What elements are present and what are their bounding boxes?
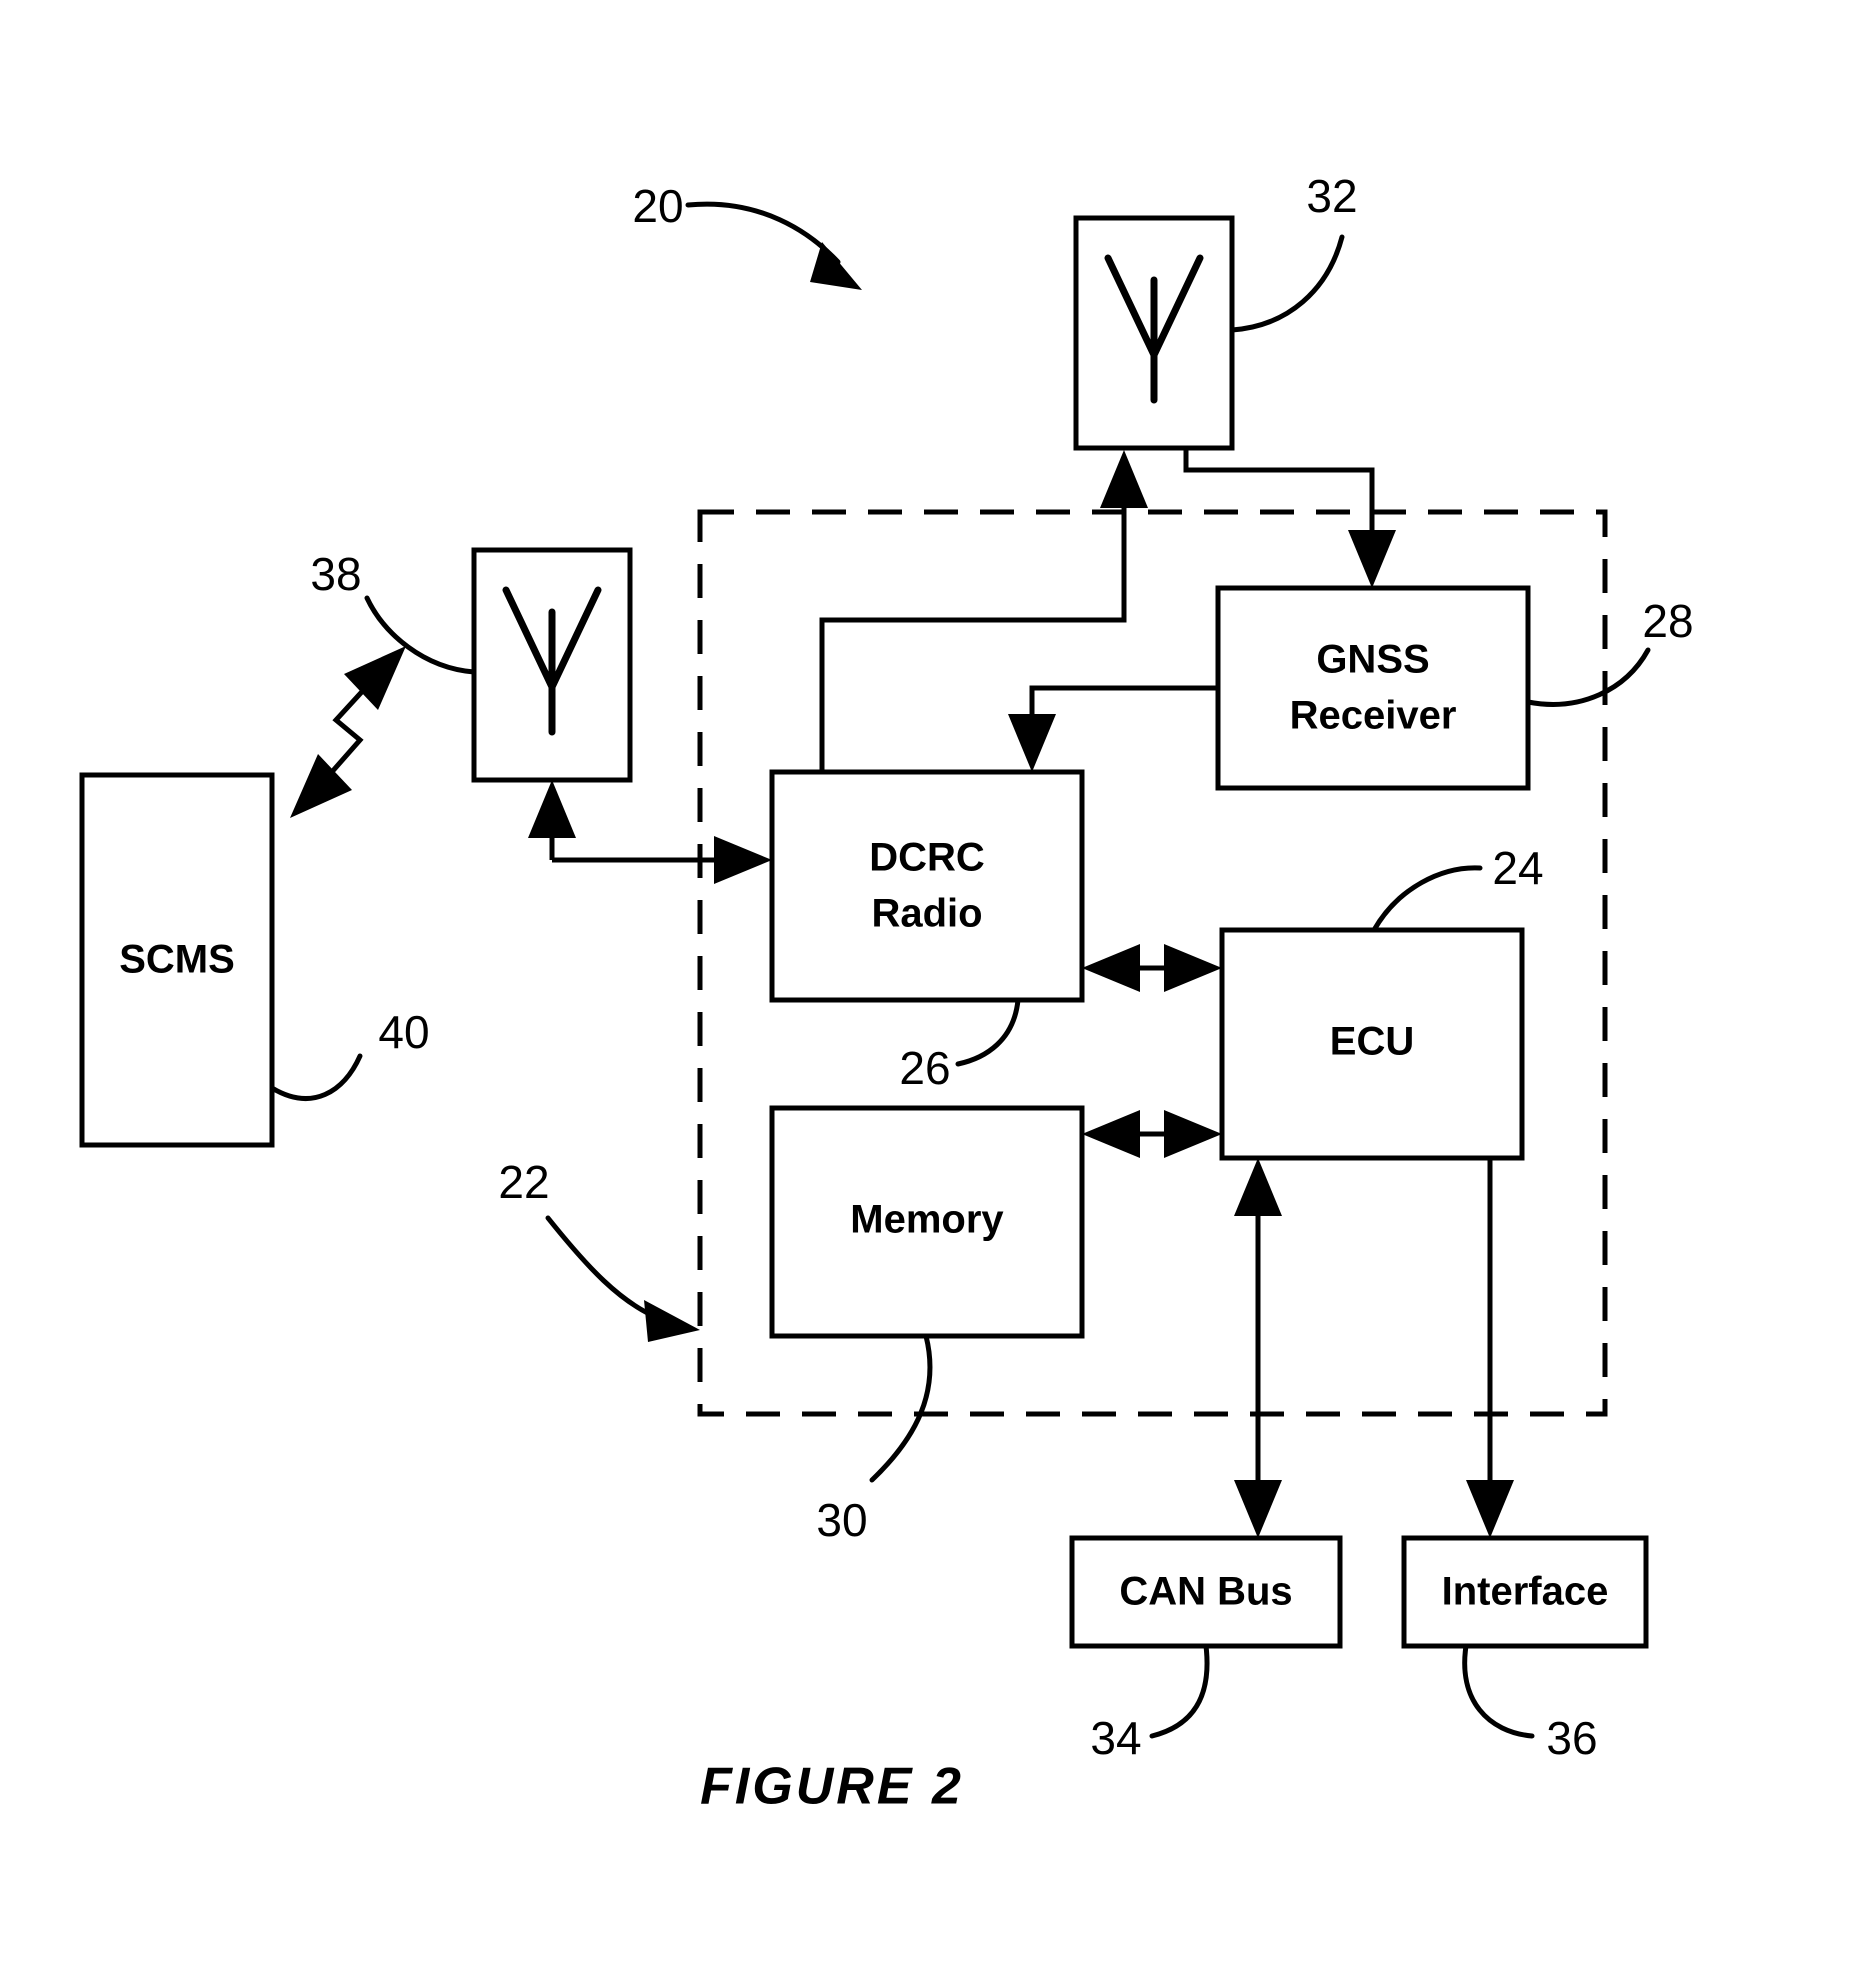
ref-leader-24: [1371, 865, 1483, 933]
connector-ecu-interface: [1466, 1158, 1514, 1538]
connector-antenna32-to-gnss: [1183, 448, 1396, 588]
ref-num-20: 20: [632, 180, 683, 232]
connector-dcrc-to-antenna32: [819, 450, 1148, 772]
ref-num-24: 24: [1492, 842, 1543, 894]
ref-num-40: 40: [378, 1006, 429, 1058]
ref-num-36: 36: [1546, 1712, 1597, 1764]
ref-leader-30: [869, 1333, 933, 1483]
dcrc-radio-label-line1: DCRC: [869, 836, 985, 880]
gnss-receiver-label-line1: GNSS: [1316, 638, 1429, 682]
dcrc-radio-label-line2: Radio: [871, 892, 982, 936]
ref-num-38: 38: [310, 548, 361, 600]
connector-dcrc-ecu: [1082, 944, 1222, 992]
ecu-label: ECU: [1330, 1020, 1414, 1064]
scms-label: SCMS: [119, 938, 235, 982]
figure-caption: FIGURE 2: [700, 1758, 964, 1816]
memory-label: Memory: [850, 1198, 1004, 1242]
ref-num-34: 34: [1090, 1712, 1141, 1764]
connector-antenna38-to-dcrc: [552, 836, 772, 884]
ref-num-32: 32: [1306, 170, 1357, 222]
ref-leader-32: [1229, 234, 1345, 333]
ref-leader-40: [269, 1053, 363, 1101]
figure-canvas: SCMS GNSS Receiver DCRC Radio ECU Memory…: [0, 0, 1871, 1988]
ref-num-30: 30: [816, 1494, 867, 1546]
ref-num-28: 28: [1642, 595, 1693, 647]
patent-block-diagram: SCMS GNSS Receiver DCRC Radio ECU Memory…: [79, 170, 1694, 1816]
ref-num-26: 26: [899, 1042, 950, 1094]
gnss-receiver-label-line2: Receiver: [1290, 694, 1457, 738]
ref-leader-36: [1462, 1643, 1535, 1739]
ref-leader-26: [955, 997, 1021, 1067]
interface-label: Interface: [1442, 1570, 1609, 1614]
ref-leader-28: [1525, 647, 1651, 707]
can-bus-label: CAN Bus: [1119, 1570, 1292, 1614]
connector-gnss-to-dcrc: [1008, 685, 1218, 772]
ref-leader-20: [685, 201, 862, 290]
dcrc-radio-box: [769, 769, 1085, 1003]
wireless-link-icon: [290, 646, 406, 818]
ref-num-22: 22: [498, 1156, 549, 1208]
connector-ecu-canbus: [1234, 1158, 1282, 1538]
connector-dcrc-to-antenna38: [528, 780, 576, 860]
ref-leader-34: [1149, 1643, 1210, 1739]
gnss-receiver-box: [1215, 585, 1531, 791]
ref-leader-22: [545, 1215, 700, 1342]
connector-memory-ecu: [1082, 1110, 1222, 1158]
